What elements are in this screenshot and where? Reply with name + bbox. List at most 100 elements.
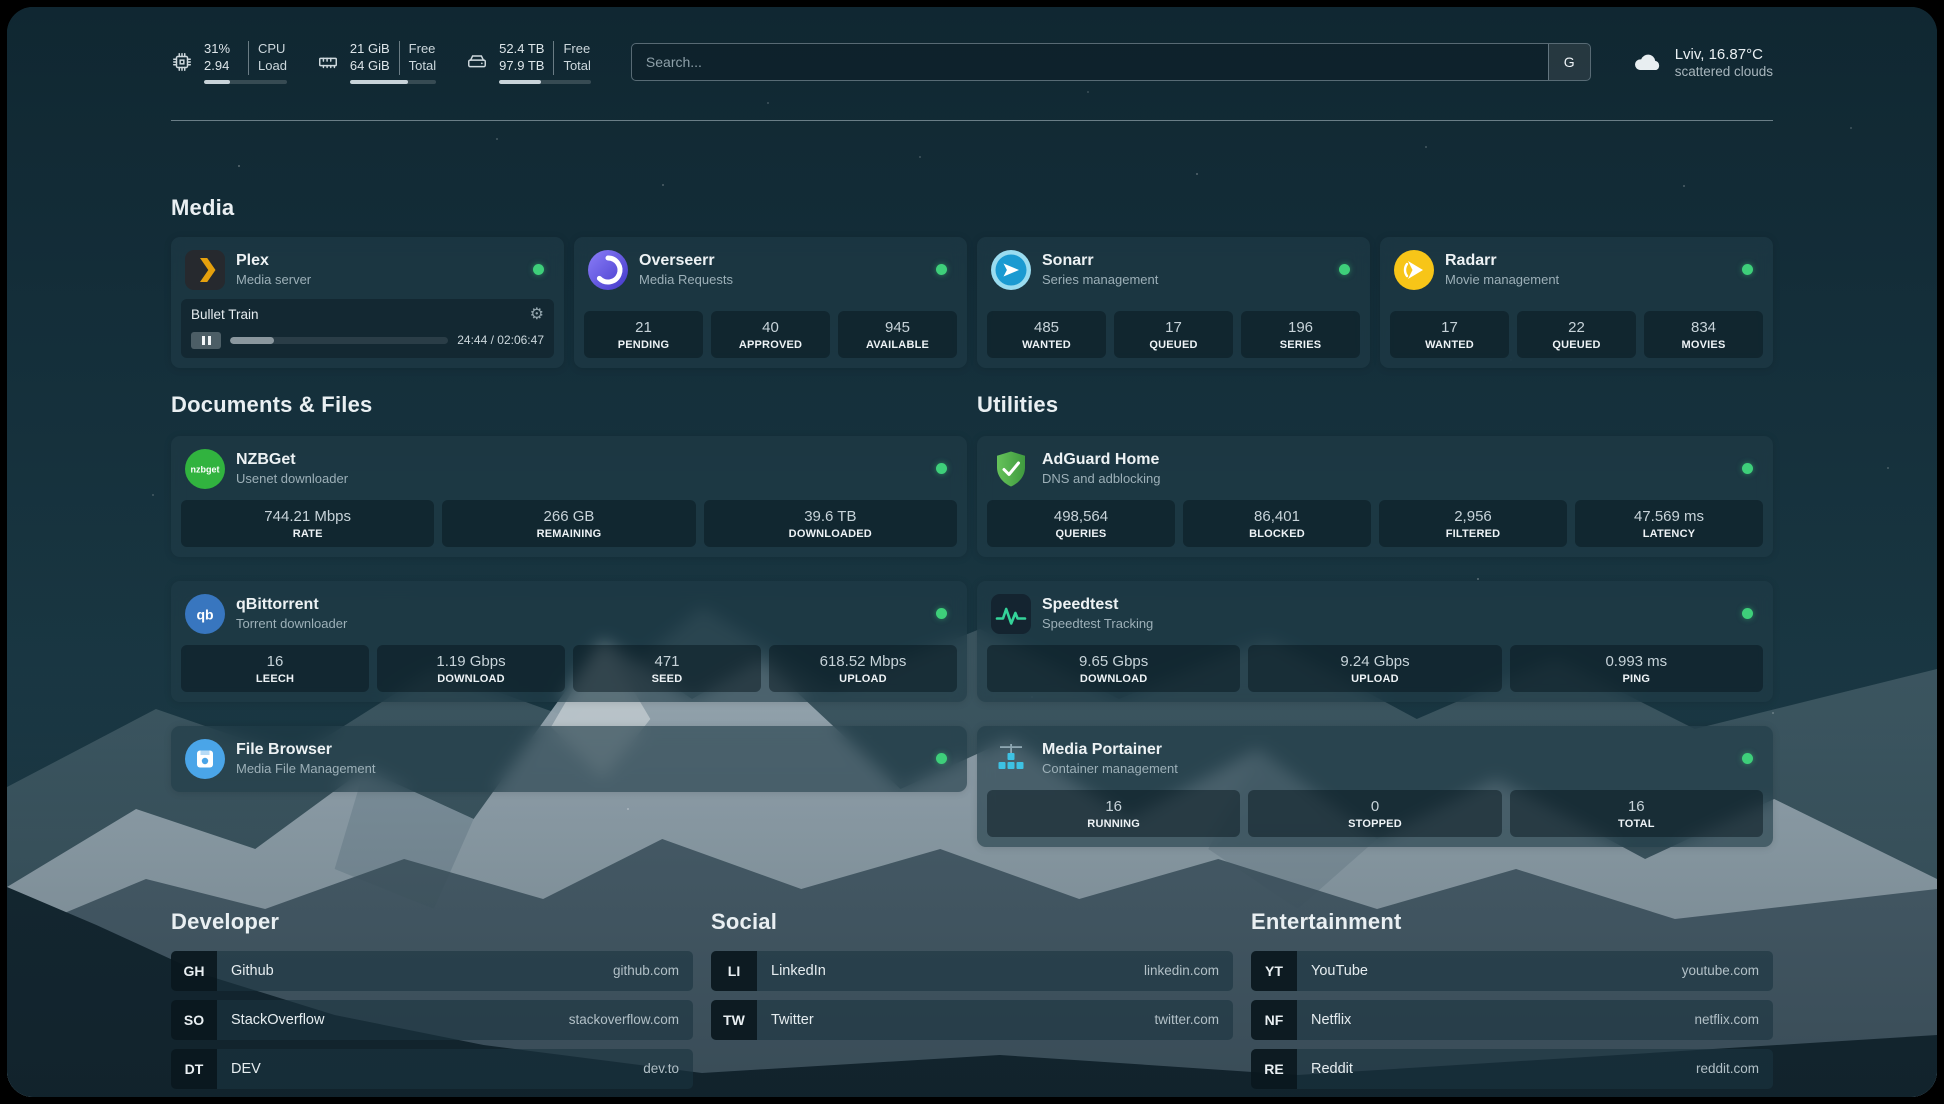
disk-icon xyxy=(466,51,488,73)
bookmark-abbr: YT xyxy=(1251,951,1297,991)
service-link-plex[interactable]: PlexMedia server xyxy=(181,247,554,293)
search-provider-button[interactable]: G xyxy=(1548,44,1590,80)
widget-label: Free xyxy=(553,41,590,58)
bookmark-group-title: Developer xyxy=(171,909,693,935)
bookmark-name: DEV xyxy=(217,1061,261,1077)
widget-value: 21 GiB xyxy=(350,41,399,58)
service-link-qbittorrent[interactable]: qbqBittorrentTorrent downloader xyxy=(181,591,957,637)
status-dot xyxy=(936,463,947,474)
bookmark-name: LinkedIn xyxy=(757,963,826,979)
bookmark-youtube[interactable]: YTYouTubeyoutube.com xyxy=(1251,951,1773,991)
bookmark-group-entertainment: EntertainmentYTYouTubeyoutube.comNFNetfl… xyxy=(1251,909,1773,1097)
stat-blocked: 86,401BLOCKED xyxy=(1183,500,1371,547)
bookmark-abbr: TW xyxy=(711,1000,757,1040)
service-name: Overseerr xyxy=(639,252,733,270)
widget-value: 31% xyxy=(204,41,248,58)
stat-label: STOPPED xyxy=(1252,818,1497,830)
stat-value: 618.52 Mbps xyxy=(773,653,953,670)
stat-downloaded: 39.6 TBDOWNLOADED xyxy=(704,500,957,547)
two-column-area: Documents & Files nzbgetNZBGetUsenet dow… xyxy=(171,392,1773,847)
bookmark-linkedin[interactable]: LILinkedInlinkedin.com xyxy=(711,951,1233,991)
stat-series: 196SERIES xyxy=(1241,311,1360,358)
service-desc: Movie management xyxy=(1445,272,1559,287)
stat-value: 16 xyxy=(991,798,1236,815)
stat-label: BLOCKED xyxy=(1187,528,1367,540)
stat-value: 40 xyxy=(715,319,826,336)
plex-icon xyxy=(185,250,225,290)
stat-label: PING xyxy=(1514,673,1759,685)
search-input[interactable] xyxy=(632,44,1548,80)
portainer-icon xyxy=(991,739,1031,779)
gear-icon[interactable]: ⚙ xyxy=(530,307,544,323)
service-desc: Torrent downloader xyxy=(236,616,347,631)
service-card-nzbget: nzbgetNZBGetUsenet downloader 744.21 Mbps… xyxy=(171,436,967,557)
playback-progress-bar[interactable] xyxy=(230,337,448,344)
stat-label: RATE xyxy=(185,528,430,540)
adguard-icon xyxy=(991,449,1031,489)
stat-label: DOWNLOAD xyxy=(381,673,561,685)
system-widgets: 31%CPU2.94Load21 GiBFree64 GiBTotal52.4 … xyxy=(171,41,591,84)
service-card-plex: PlexMedia serverBullet Train⚙24:44 / 02:… xyxy=(171,237,564,368)
cloud-icon xyxy=(1631,46,1663,78)
stat-label: UPLOAD xyxy=(773,673,953,685)
stat-value: 9.24 Gbps xyxy=(1252,653,1497,670)
bookmark-twitter[interactable]: TWTwittertwitter.com xyxy=(711,1000,1233,1040)
service-link-nzbget[interactable]: nzbgetNZBGetUsenet downloader xyxy=(181,446,957,492)
stat-download: 9.65 GbpsDOWNLOAD xyxy=(987,645,1240,692)
stat-label: DOWNLOAD xyxy=(991,673,1236,685)
service-link-filebrowser[interactable]: File BrowserMedia File Management xyxy=(181,736,957,782)
section-title-utilities: Utilities xyxy=(977,392,1773,418)
stat-label: QUERIES xyxy=(991,528,1171,540)
bookmark-url: stackoverflow.com xyxy=(569,1012,693,1027)
service-name: Media Portainer xyxy=(1042,741,1178,759)
bookmark-dev[interactable]: DTDEVdev.to xyxy=(171,1049,693,1089)
bookmark-name: Netflix xyxy=(1297,1012,1351,1028)
service-name: AdGuard Home xyxy=(1042,451,1161,469)
service-card-adguard: AdGuard HomeDNS and adblocking498,564QUE… xyxy=(977,436,1773,557)
stat-value: 744.21 Mbps xyxy=(185,508,430,525)
filebrowser-icon xyxy=(185,739,225,779)
bookmark-url: github.com xyxy=(613,963,693,978)
stat-value: 834 xyxy=(1648,319,1759,336)
service-link-overseerr[interactable]: Overseerr Media Requests xyxy=(584,247,957,293)
stat-queued: 17QUEUED xyxy=(1114,311,1233,358)
stat-value: 17 xyxy=(1118,319,1229,336)
service-link-adguard[interactable]: AdGuard HomeDNS and adblocking xyxy=(987,446,1763,492)
service-name: qBittorrent xyxy=(236,596,347,614)
stat-value: 22 xyxy=(1521,319,1632,336)
weather-widget: Lviv, 16.87°C scattered clouds xyxy=(1631,46,1773,79)
stat-label: PENDING xyxy=(588,339,699,351)
bookmark-github[interactable]: GHGithubgithub.com xyxy=(171,951,693,991)
bookmark-reddit[interactable]: RERedditreddit.com xyxy=(1251,1049,1773,1089)
stat-value: 945 xyxy=(842,319,953,336)
widget-label: Load xyxy=(248,58,287,75)
service-link-speedtest[interactable]: SpeedtestSpeedtest Tracking xyxy=(987,591,1763,637)
service-card-overseerr: OverseerrMedia Requests21PENDING40APPROV… xyxy=(574,237,967,368)
stat-value: 0 xyxy=(1252,798,1497,815)
status-dot xyxy=(1742,463,1753,474)
service-card-portainer: Media PortainerContainer management16RUN… xyxy=(977,726,1773,847)
bookmark-url: reddit.com xyxy=(1696,1061,1773,1076)
widget-label: Total xyxy=(399,58,436,75)
bookmark-abbr: DT xyxy=(171,1049,217,1089)
stat-label: AVAILABLE xyxy=(842,339,953,351)
service-link-portainer[interactable]: Media PortainerContainer management xyxy=(987,736,1763,782)
bookmark-netflix[interactable]: NFNetflixnetflix.com xyxy=(1251,1000,1773,1040)
service-link-sonarr[interactable]: SonarrSeries management xyxy=(987,247,1360,293)
nzbget-icon: nzbget xyxy=(185,449,225,489)
service-desc: Media Requests xyxy=(639,272,733,287)
widget-value: 2.94 xyxy=(204,58,248,75)
service-name: Radarr xyxy=(1445,252,1559,270)
service-desc: Media File Management xyxy=(236,761,375,776)
stat-latency: 47.569 msLATENCY xyxy=(1575,500,1763,547)
service-card-speedtest: SpeedtestSpeedtest Tracking 9.65 GbpsDOWN… xyxy=(977,581,1773,702)
pause-icon[interactable] xyxy=(191,332,221,349)
service-name: Sonarr xyxy=(1042,252,1158,270)
stat-value: 485 xyxy=(991,319,1102,336)
bookmarks: Developer GHGithubgithub.com SOStackOverfl… xyxy=(171,909,1773,1097)
stat-movies: 834 MOVIES xyxy=(1644,311,1763,358)
service-card-radarr: RadarrMovie management17WANTED22QUEUED83… xyxy=(1380,237,1773,368)
bookmark-stackoverflow[interactable]: SOStackOverflowstackoverflow.com xyxy=(171,1000,693,1040)
service-link-radarr[interactable]: Radarr Movie management xyxy=(1390,247,1763,293)
stat-label: MOVIES xyxy=(1648,339,1759,351)
